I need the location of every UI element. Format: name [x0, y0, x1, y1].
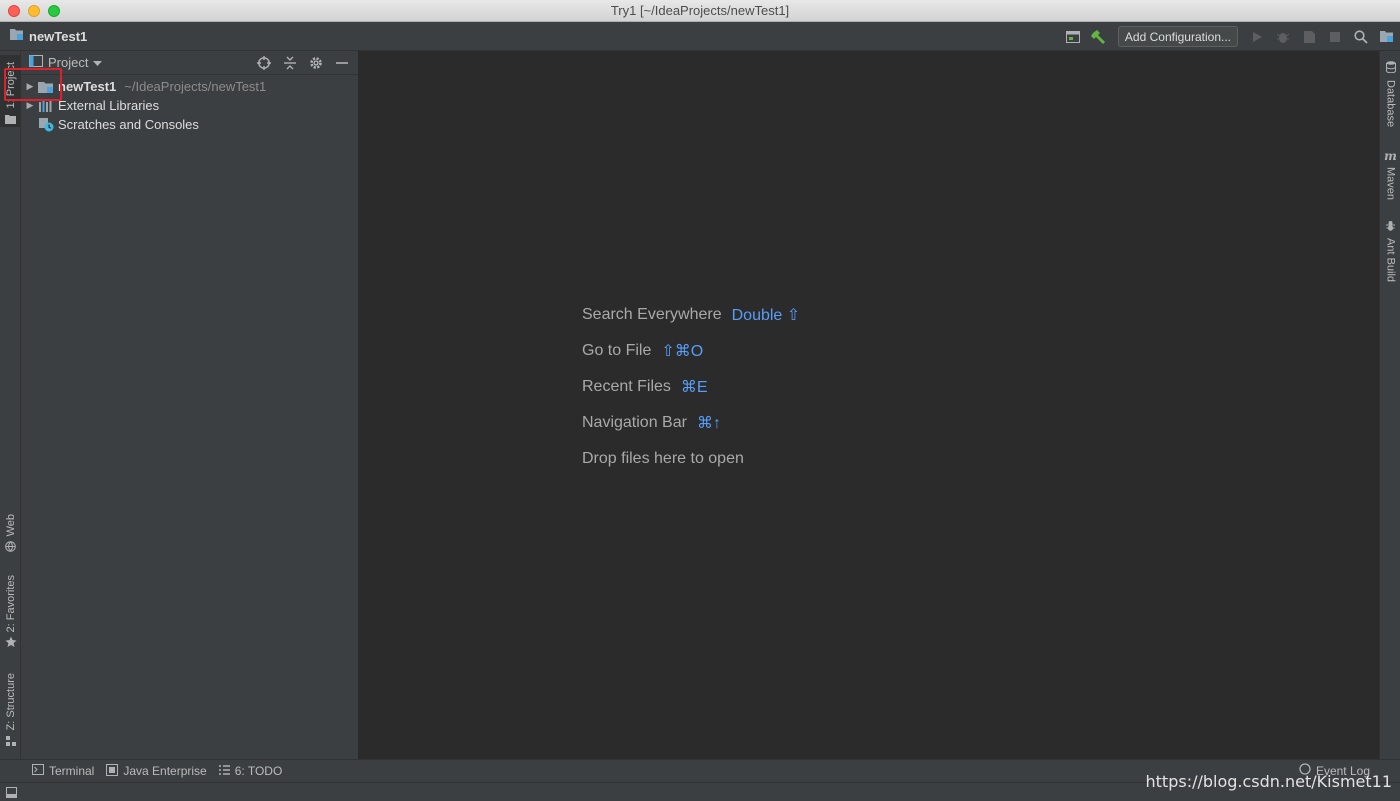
database-icon — [1385, 61, 1396, 76]
left-tool-strip: 1: Project Web 2: Favorites Z: Structure — [0, 51, 21, 759]
tool-tab-java-enterprise[interactable]: Java Enterprise — [106, 763, 207, 779]
hint-recent-files: Recent Files ⌘E — [582, 369, 800, 405]
main-toolbar: Add Configuration... — [1060, 22, 1400, 51]
hint-label: Search Everywhere — [582, 306, 722, 323]
hint-search-everywhere: Search Everywhere Double ⇧ — [582, 297, 800, 333]
tool-tab-structure-label: Z: Structure — [4, 672, 17, 730]
project-window-icon[interactable] — [1375, 26, 1399, 48]
hint-label: Go to File — [582, 342, 652, 359]
navigation-bar: newTest1 Add Configuration... — [0, 22, 1400, 51]
hint-drop-files: Drop files here to open — [582, 441, 800, 477]
window-controls — [8, 5, 60, 17]
tool-tab-database[interactable]: Database — [1380, 61, 1400, 127]
project-panel-actions — [252, 53, 354, 73]
project-folder-icon — [10, 28, 24, 44]
watermark-text: https://blog.csdn.net/Kismet11 — [1145, 772, 1392, 791]
tool-tab-ant-label: Ant Build — [1384, 238, 1397, 283]
globe-icon — [5, 540, 16, 555]
tool-tab-web[interactable]: Web — [0, 509, 21, 555]
hint-go-to-file: Go to File ⇧⌘O — [582, 333, 800, 369]
tool-tab-structure[interactable]: Z: Structure — [0, 669, 21, 749]
tool-tab-database-label: Database — [1384, 80, 1397, 128]
tool-tab-maven-label: Maven — [1384, 167, 1397, 201]
toggle-tool-windows-icon[interactable] — [6, 786, 17, 801]
java-enterprise-icon — [106, 763, 119, 779]
highlight-annotation-box — [4, 68, 62, 101]
build-hammer-icon[interactable] — [1087, 26, 1111, 48]
window-title: Try1 [~/IdeaProjects/newTest1] — [610, 3, 790, 18]
tree-item-external-libraries[interactable]: ▶ External Libraries — [21, 96, 358, 115]
hint-navigation-bar: Navigation Bar ⌘↑ — [582, 405, 800, 441]
tool-tab-favorites-label: 2: Favorites — [4, 574, 17, 632]
structure-icon — [5, 734, 16, 749]
editor-hints: Search Everywhere Double ⇧ Go to File ⇧⌘… — [582, 297, 800, 477]
tool-tab-maven[interactable]: m Maven — [1380, 149, 1400, 200]
tool-tab-ant-build[interactable]: Ant Build — [1380, 219, 1400, 282]
chevron-down-icon — [93, 55, 103, 70]
hide-panel-icon[interactable] — [330, 53, 354, 73]
editor-empty-state: Search Everywhere Double ⇧ Go to File ⇧⌘… — [360, 51, 1379, 759]
star-icon — [5, 636, 17, 651]
tree-item-path: ~/IdeaProjects/newTest1 — [124, 79, 267, 94]
search-icon[interactable] — [1349, 26, 1373, 48]
close-window-button[interactable] — [8, 5, 20, 17]
project-panel-header: Project — [21, 51, 358, 75]
navbar-project-name: newTest1 — [29, 28, 88, 44]
hint-shortcut: ⇧⌘O — [661, 343, 704, 360]
hint-shortcut: Double ⇧ — [731, 307, 801, 324]
collapse-all-icon[interactable] — [278, 53, 302, 73]
window-titlebar: Try1 [~/IdeaProjects/newTest1] — [0, 0, 1400, 22]
run-icon[interactable] — [1245, 26, 1269, 48]
hint-shortcut: ⌘↑ — [696, 415, 721, 432]
minimize-window-button[interactable] — [28, 5, 40, 17]
list-icon — [218, 764, 230, 778]
add-configuration-button[interactable]: Add Configuration... — [1117, 26, 1238, 47]
locate-target-icon[interactable] — [252, 53, 276, 73]
tool-tab-terminal[interactable]: Terminal — [32, 764, 94, 778]
navbar-project[interactable]: newTest1 — [10, 28, 87, 44]
tree-item-label: External Libraries — [58, 98, 160, 113]
project-tree: ▶ newTest1 ~/IdeaProjects/newTest1 ▶ Ext… — [21, 75, 358, 134]
stop-icon[interactable] — [1323, 26, 1347, 48]
project-structure-icon[interactable] — [1061, 26, 1085, 48]
terminal-icon — [32, 764, 44, 778]
hint-label: Recent Files — [582, 378, 671, 395]
expand-arrow-icon[interactable]: ▶ — [23, 100, 37, 111]
debug-icon[interactable] — [1271, 26, 1295, 48]
hint-label: Navigation Bar — [582, 414, 687, 431]
tool-tab-todo[interactable]: 6: TODO — [218, 764, 283, 778]
run-with-coverage-icon[interactable] — [1297, 26, 1321, 48]
tool-tab-terminal-label: Terminal — [49, 764, 95, 778]
maven-icon: m — [1384, 149, 1397, 163]
gear-icon[interactable] — [304, 53, 328, 73]
right-tool-strip: Database m Maven Ant Build — [1379, 51, 1400, 759]
tree-item-label: newTest1 — [58, 79, 117, 94]
tool-tab-web-label: Web — [4, 513, 17, 536]
tool-tab-todo-label: 6: TODO — [234, 764, 283, 778]
tree-item-newtest1[interactable]: ▶ newTest1 ~/IdeaProjects/newTest1 — [21, 77, 358, 96]
ant-icon — [1385, 219, 1396, 234]
hint-label: Drop files here to open — [582, 450, 744, 467]
folder-icon — [5, 112, 16, 127]
maximize-window-button[interactable] — [48, 5, 60, 17]
tree-item-label: Scratches and Consoles — [58, 117, 199, 132]
tool-tab-java-enterprise-label: Java Enterprise — [123, 764, 207, 778]
scratches-icon — [37, 117, 55, 133]
tool-tab-favorites[interactable]: 2: Favorites — [0, 569, 21, 651]
project-tool-window: Project ▶ newTest1 ~/IdeaProjects/newTes… — [21, 51, 359, 759]
tree-item-scratches[interactable]: Scratches and Consoles — [21, 115, 358, 134]
hint-shortcut: ⌘E — [680, 379, 708, 396]
